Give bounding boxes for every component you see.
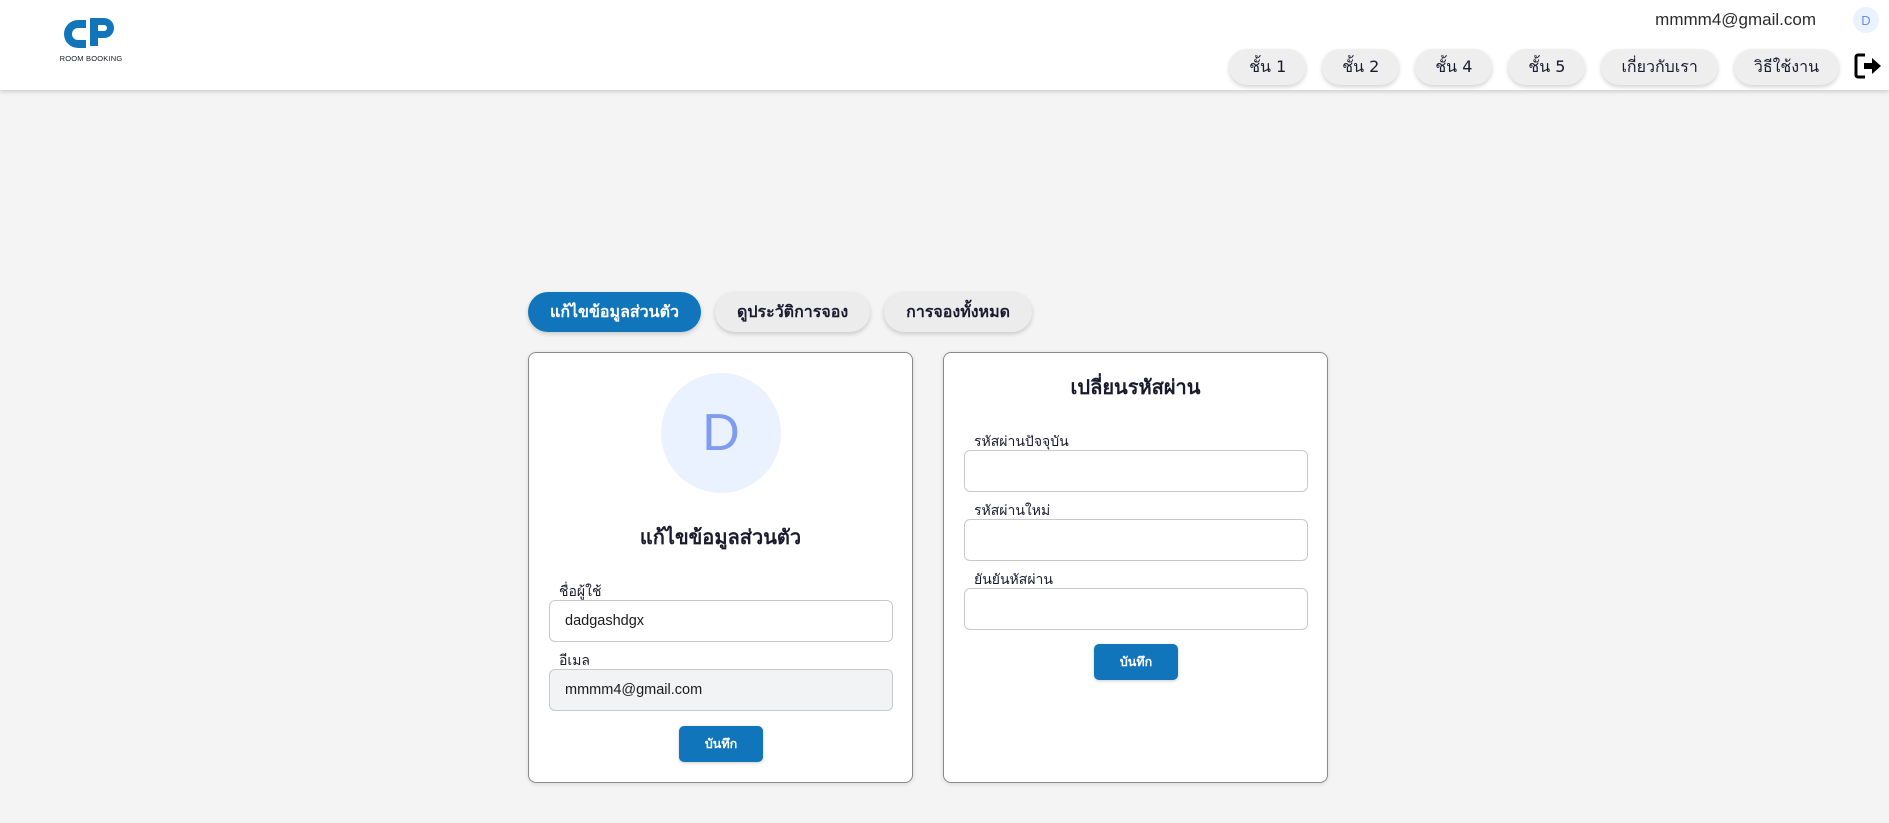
nav-floor-1[interactable]: ชั้น 1	[1229, 49, 1307, 85]
nav-about[interactable]: เกี่ยวกับเรา	[1601, 49, 1718, 85]
profile-tabs: แก้ไขข้อมูลส่วนตัว ดูประวัติการจอง การจอ…	[528, 292, 1033, 332]
user-avatar[interactable]: D	[1853, 7, 1879, 33]
edit-profile-card: D แก้ไขข้อมูลส่วนตัว ชื่อผู้ใช้ dadgashd…	[528, 352, 913, 783]
nav-floor-5[interactable]: ชั้น 5	[1508, 49, 1586, 85]
main-nav: ชั้น 1 ชั้น 2 ชั้น 4 ชั้น 5 เกี่ยวกับเรา…	[1229, 49, 1839, 85]
top-header: ROOM BOOKING mmmm4@gmail.com D ชั้น 1 ชั…	[0, 0, 1889, 90]
nav-floor-4[interactable]: ชั้น 4	[1415, 49, 1493, 85]
change-password-title: เปลี่ยนรหัสผ่าน	[1070, 375, 1201, 399]
username-input[interactable]: dadgashdgx	[549, 600, 893, 642]
edit-profile-title: แก้ไขข้อมูลส่วนตัว	[639, 525, 802, 549]
email-input: mmmm4@gmail.com	[549, 669, 893, 711]
logo-text: ROOM BOOKING	[59, 54, 123, 63]
nav-how-to[interactable]: วิธีใช้งาน	[1733, 49, 1839, 85]
change-password-card: เปลี่ยนรหัสผ่าน รหัสผ่านปัจจุบัน รหัสผ่า…	[943, 352, 1328, 783]
logo-mark-icon	[64, 18, 114, 48]
nav-floor-2[interactable]: ชั้น 2	[1322, 49, 1400, 85]
new-password-input[interactable]	[964, 519, 1308, 561]
app-logo[interactable]: ROOM BOOKING	[56, 14, 126, 66]
save-password-button[interactable]: บันทึก	[1094, 644, 1178, 680]
logout-icon[interactable]	[1854, 52, 1882, 80]
profile-avatar: D	[661, 373, 781, 493]
save-profile-button[interactable]: บันทึก	[679, 726, 763, 762]
confirm-password-input[interactable]	[964, 588, 1308, 630]
user-email: mmmm4@gmail.com	[1655, 10, 1816, 29]
tab-edit-profile[interactable]: แก้ไขข้อมูลส่วนตัว	[528, 292, 701, 332]
tab-all-bookings[interactable]: การจองทั้งหมด	[884, 292, 1033, 332]
current-password-input[interactable]	[964, 450, 1308, 492]
tab-booking-history[interactable]: ดูประวัติการจอง	[714, 292, 871, 332]
